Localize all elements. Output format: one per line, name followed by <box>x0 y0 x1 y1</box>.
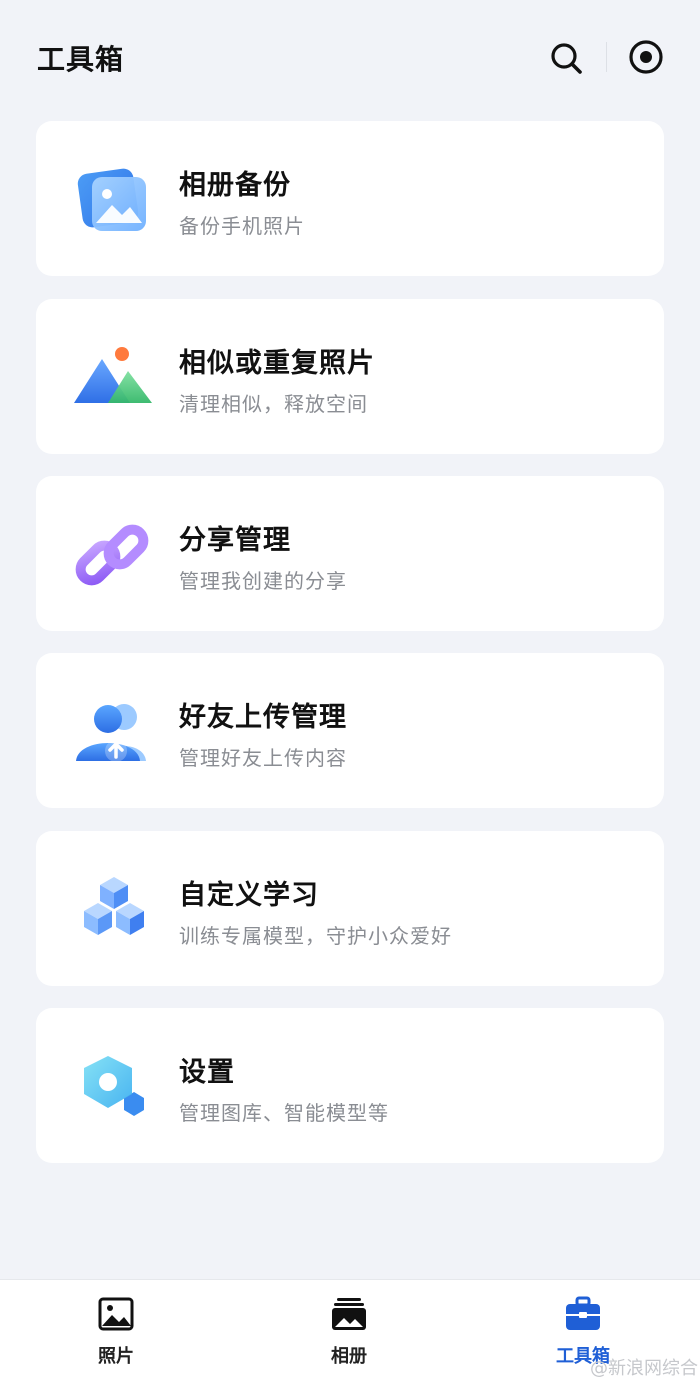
card-similar-photos[interactable]: 相似或重复照片 清理相似，释放空间 <box>36 299 664 454</box>
toolbox-icon <box>566 1296 600 1330</box>
friends-upload-icon <box>76 704 146 762</box>
top-header: 工具箱 <box>0 0 700 110</box>
album-icon <box>332 1298 366 1330</box>
card-title: 自定义学习 <box>179 880 319 911</box>
card-title: 相册备份 <box>179 170 291 201</box>
watermark: @新浪网综合 <box>590 1358 698 1379</box>
card-custom-learning[interactable]: 自定义学习 训练专属模型，守护小众爱好 <box>36 831 664 986</box>
card-subtitle: 管理我创建的分享 <box>179 569 347 593</box>
card-friends-upload[interactable]: 好友上传管理 管理好友上传内容 <box>36 653 664 808</box>
card-title: 好友上传管理 <box>179 702 347 733</box>
tab-label: 相册 <box>331 1346 367 1367</box>
card-share-management[interactable]: 分享管理 管理我创建的分享 <box>36 476 664 631</box>
search-icon <box>551 43 582 74</box>
tab-albums[interactable]: 相册 <box>289 1280 409 1385</box>
card-title: 相似或重复照片 <box>179 348 375 379</box>
tab-label: 照片 <box>98 1346 134 1367</box>
card-subtitle: 管理好友上传内容 <box>179 746 347 770</box>
card-subtitle: 管理图库、智能模型等 <box>179 1101 389 1125</box>
target-icon <box>629 40 663 74</box>
card-settings[interactable]: 设置 管理图库、智能模型等 <box>36 1008 664 1163</box>
card-subtitle: 清理相似，释放空间 <box>179 392 368 416</box>
photo-icon <box>98 1297 134 1331</box>
album-backup-icon <box>77 168 146 231</box>
page-title: 工具箱 <box>37 43 125 76</box>
card-subtitle: 备份手机照片 <box>179 214 305 238</box>
card-title: 设置 <box>179 1057 235 1088</box>
card-subtitle: 训练专属模型，守护小众爱好 <box>179 924 452 948</box>
mountain-photo-icon <box>74 347 152 403</box>
header-divider <box>606 42 607 72</box>
settings-hexagon-icon <box>84 1056 144 1116</box>
tab-photos[interactable]: 照片 <box>56 1280 176 1385</box>
link-icon <box>75 524 149 586</box>
search-button[interactable] <box>546 38 586 78</box>
more-button[interactable] <box>626 37 666 77</box>
card-album-backup[interactable]: 相册备份 备份手机照片 <box>36 121 664 276</box>
cubes-icon <box>84 877 144 935</box>
card-title: 分享管理 <box>179 525 291 556</box>
